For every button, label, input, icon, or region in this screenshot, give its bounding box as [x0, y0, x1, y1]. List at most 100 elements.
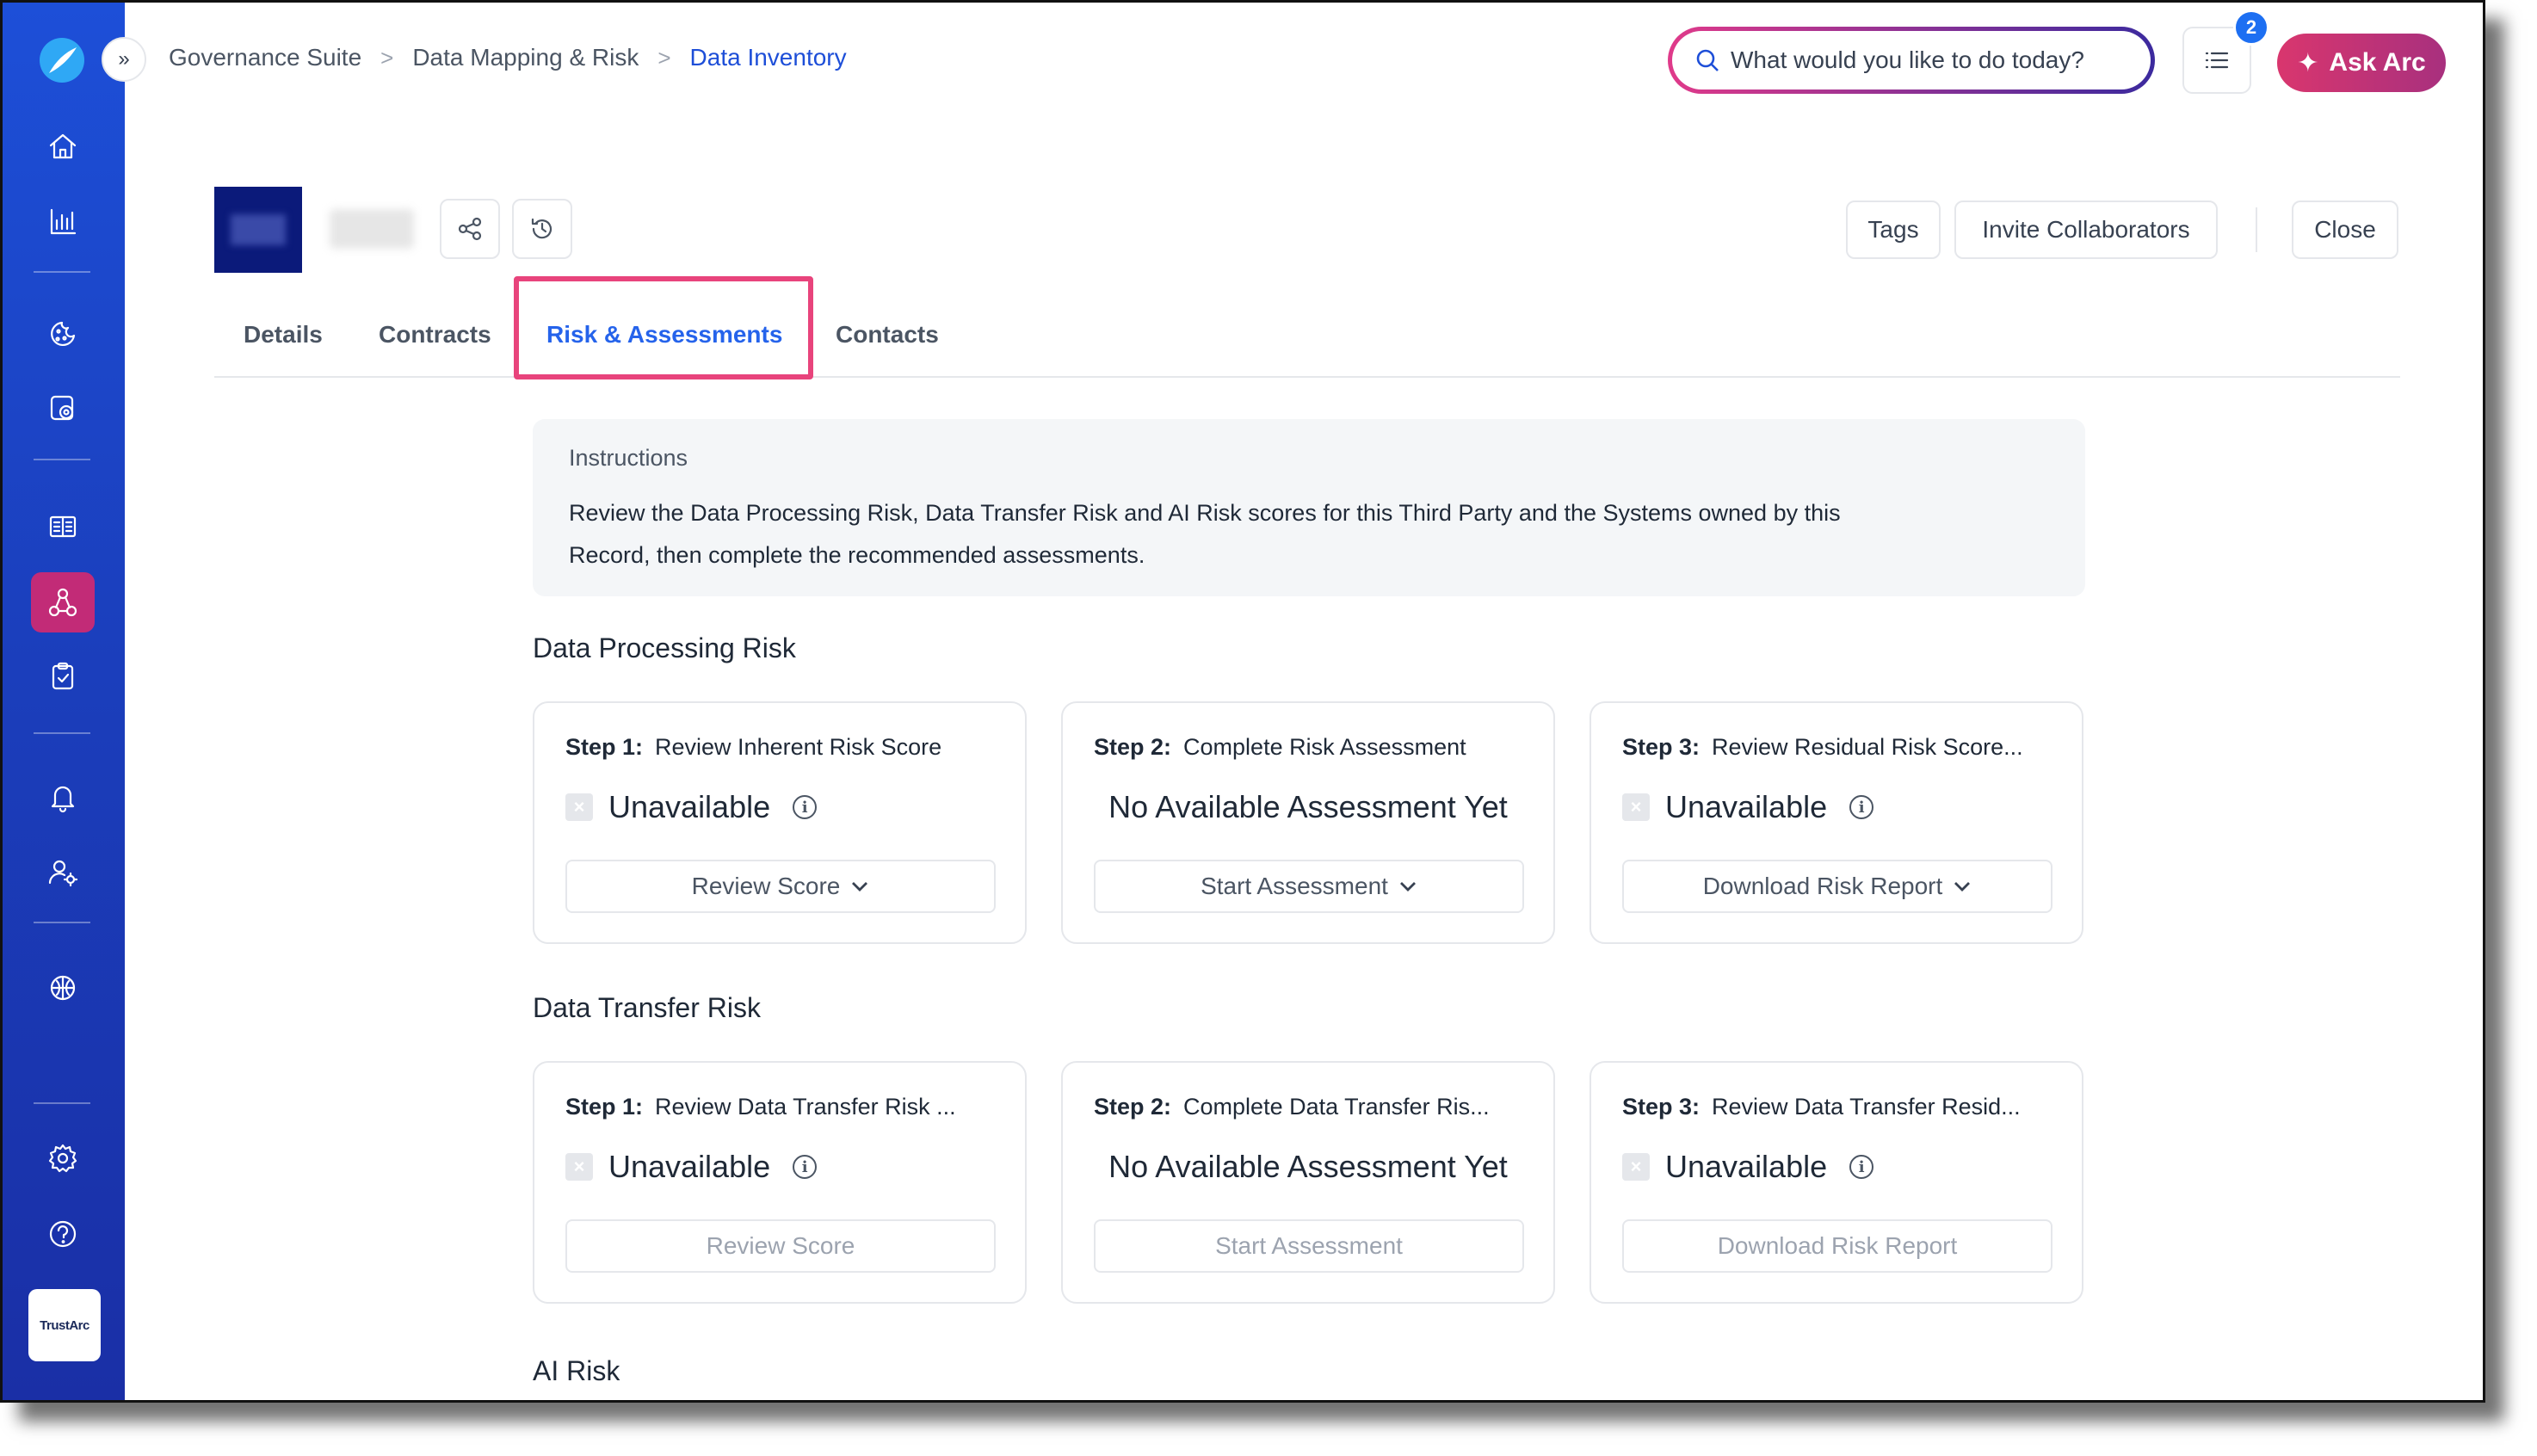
- step-number: Step 1:: [565, 1094, 644, 1120]
- expand-sidebar-button[interactable]: »: [102, 37, 146, 82]
- action-label: Start Assessment: [1201, 873, 1388, 899]
- chevron-right-icon: >: [657, 44, 671, 71]
- sidebar-item-help[interactable]: [31, 1204, 95, 1264]
- chevron-right-icon: >: [380, 44, 394, 71]
- notifications-icon: [51, 786, 75, 813]
- step-label: Review Residual Risk Score...: [1712, 734, 2023, 760]
- sidebar-divider: [34, 1102, 90, 1104]
- share-icon: [458, 217, 482, 241]
- tab-contracts[interactable]: Contracts: [379, 321, 491, 349]
- sidebar-item-privacy-settings[interactable]: [31, 378, 95, 438]
- header-divider: [2256, 207, 2257, 252]
- tags-button[interactable]: Tags: [1846, 201, 1941, 259]
- history-button[interactable]: [512, 199, 572, 259]
- step-number: Step 3:: [1622, 734, 1701, 760]
- breadcrumb-item[interactable]: Governance Suite: [169, 44, 361, 71]
- sidebar-divider: [34, 271, 90, 273]
- action-label: Download Risk Report: [1702, 873, 1943, 899]
- step-number: Step 2:: [1094, 1094, 1172, 1120]
- record-logo: [214, 187, 302, 273]
- sidebar-item-home[interactable]: [31, 116, 95, 176]
- step-number: Step 1:: [565, 734, 644, 760]
- start-assessment-button[interactable]: Start Assessment: [1094, 860, 1524, 913]
- help-icon: [49, 1220, 77, 1248]
- step-heading: Step 1: Review Data Transfer Risk ...: [565, 1094, 1004, 1120]
- share-button[interactable]: [440, 199, 500, 259]
- risk-status: × Unavailable i: [1622, 1149, 1874, 1185]
- unavailable-icon: ×: [1622, 793, 1650, 821]
- status-text: Unavailable: [1665, 1149, 1828, 1184]
- section-title-data-transfer-risk: Data Transfer Risk: [533, 992, 761, 1023]
- ask-arc-button[interactable]: ✦ Ask Arc: [2277, 34, 2446, 92]
- breadcrumb-item[interactable]: Data Mapping & Risk: [412, 44, 639, 71]
- review-score-button[interactable]: Review Score: [565, 1219, 996, 1273]
- sidebar-item-catalog[interactable]: [31, 497, 95, 557]
- risk-step-card: Step 1: Review Inherent Risk Score × Unav…: [533, 701, 1027, 944]
- download-risk-report-button[interactable]: Download Risk Report: [1622, 1219, 2052, 1273]
- info-icon[interactable]: i: [1849, 795, 1874, 819]
- catalog-icon: [49, 515, 77, 538]
- tab-details[interactable]: Details: [244, 321, 323, 349]
- assessment-status: No Available Assessment Yet: [1063, 1149, 1553, 1185]
- breadcrumb-current[interactable]: Data Inventory: [690, 44, 847, 71]
- step-label: Review Data Transfer Risk ...: [655, 1094, 956, 1120]
- sidebar-item-assessments[interactable]: [31, 646, 95, 706]
- chevron-down-icon: [1954, 882, 1971, 891]
- trustarc-brand-logo[interactable]: TrustArc: [28, 1289, 101, 1361]
- ask-arc-label: Ask Arc: [2329, 48, 2426, 77]
- breadcrumb: Governance Suite > Data Mapping & Risk >…: [169, 44, 847, 71]
- risk-step-card: Step 1: Review Data Transfer Risk ... × U…: [533, 1061, 1027, 1304]
- section-title-data-processing-risk: Data Processing Risk: [533, 632, 796, 663]
- close-button[interactable]: Close: [2292, 201, 2398, 259]
- status-text: Unavailable: [1665, 789, 1828, 824]
- sidebar-divider: [34, 732, 90, 734]
- risk-step-card: Step 3: Review Data Transfer Resid... × U…: [1589, 1061, 2083, 1304]
- unavailable-icon: ×: [1622, 1153, 1650, 1181]
- action-label: Download Risk Report: [1717, 1232, 1958, 1259]
- step-number: Step 2:: [1094, 734, 1172, 760]
- notification-count-badge: 2: [2233, 9, 2269, 46]
- step-heading: Step 2: Complete Risk Assessment: [1094, 734, 1533, 761]
- double-chevron-right-icon: »: [118, 47, 130, 71]
- chevron-down-icon: [1399, 882, 1416, 891]
- info-icon[interactable]: i: [1849, 1155, 1874, 1179]
- settings-icon: [48, 1144, 77, 1173]
- assessments-icon: [52, 662, 74, 690]
- start-assessment-button[interactable]: Start Assessment: [1094, 1219, 1524, 1273]
- section-title-ai-risk: AI Risk: [533, 1355, 620, 1386]
- sidebar-item-data-mapping[interactable]: [31, 572, 95, 632]
- sidebar-item-settings[interactable]: [31, 1128, 95, 1188]
- instructions-line: Record, then complete the recommended as…: [569, 542, 1145, 568]
- risk-step-card: Step 3: Review Residual Risk Score... × U…: [1589, 701, 2083, 944]
- sidebar-item-ai[interactable]: [31, 958, 95, 1018]
- app-window: TrustArc » Governance Suite > Data Mappi…: [0, 0, 2485, 1403]
- download-risk-report-button[interactable]: Download Risk Report: [1622, 860, 2052, 913]
- global-search[interactable]: [1668, 27, 2155, 94]
- home-icon: [49, 133, 77, 159]
- data-mapping-icon: [48, 588, 77, 617]
- tab-contacts[interactable]: Contacts: [836, 321, 939, 349]
- step-heading: Step 3: Review Residual Risk Score...: [1622, 734, 2061, 761]
- risk-status: × Unavailable i: [1622, 789, 1874, 825]
- step-label: Complete Risk Assessment: [1183, 734, 1466, 760]
- privacy-settings-icon: [50, 395, 74, 421]
- info-icon[interactable]: i: [793, 1155, 818, 1179]
- status-text: No Available Assessment Yet: [1108, 789, 1508, 824]
- risk-status: × Unavailable i: [565, 789, 818, 825]
- step-heading: Step 3: Review Data Transfer Resid...: [1622, 1094, 2061, 1120]
- app-logo-icon[interactable]: [37, 35, 87, 85]
- analytics-icon: [50, 208, 77, 235]
- sidebar-item-analytics[interactable]: [31, 192, 95, 252]
- step-heading: Step 1: Review Inherent Risk Score: [565, 734, 1004, 761]
- search-input[interactable]: [1731, 46, 2127, 74]
- sidebar-item-notifications[interactable]: [31, 767, 95, 827]
- sidebar-item-user-settings[interactable]: [31, 842, 95, 903]
- info-icon[interactable]: i: [793, 795, 818, 819]
- sidebar-divider: [34, 459, 90, 460]
- sidebar-item-cookie-consent[interactable]: [31, 304, 95, 364]
- action-label: Start Assessment: [1215, 1232, 1403, 1259]
- instructions-text: Review the Data Processing Risk, Data Tr…: [569, 492, 2049, 577]
- list-icon: [2205, 52, 2229, 69]
- review-score-button[interactable]: Review Score: [565, 860, 996, 913]
- invite-collaborators-button[interactable]: Invite Collaborators: [1954, 201, 2218, 259]
